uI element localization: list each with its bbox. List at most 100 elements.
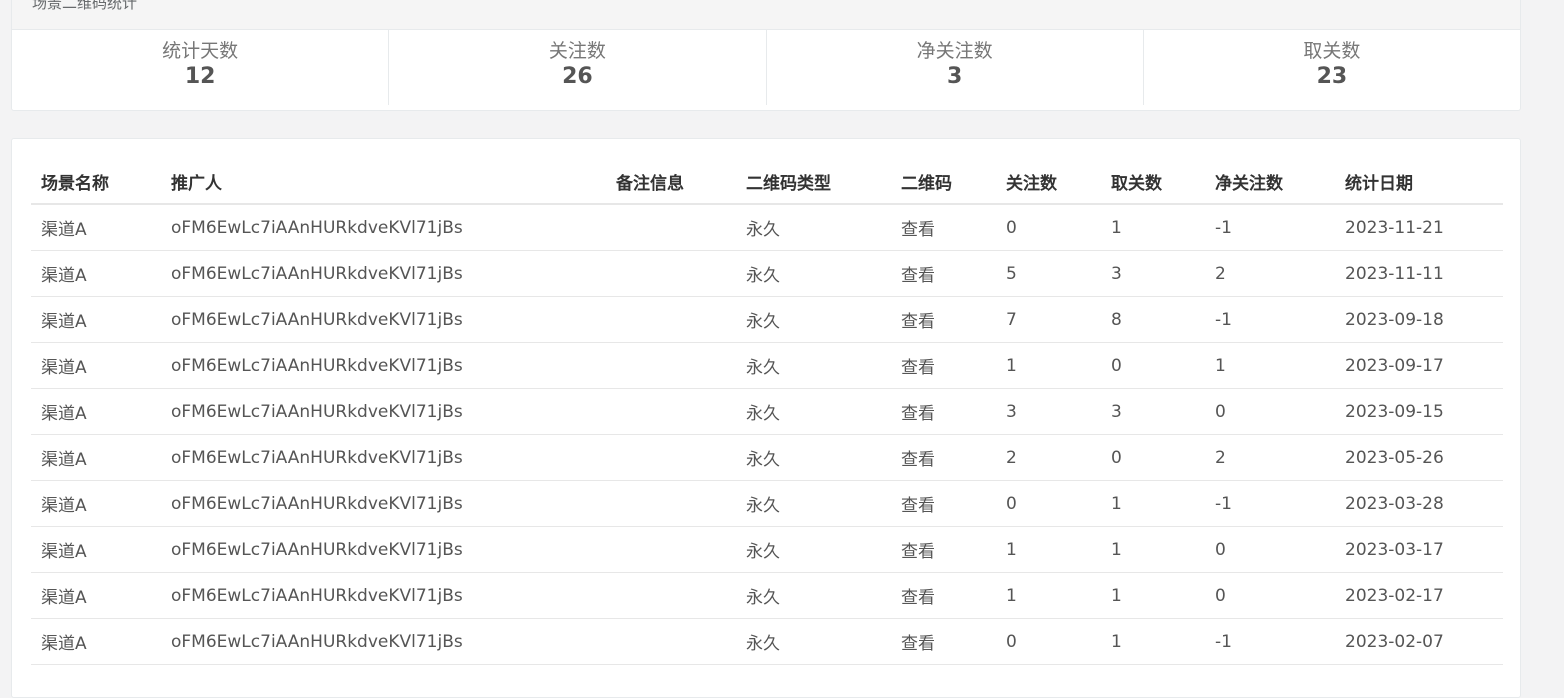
cell-date: 2023-03-17 <box>1335 526 1503 573</box>
cell-scene-name: 渠道A <box>31 480 161 527</box>
cell-unfollows: 1 <box>1101 526 1205 573</box>
qr-view-link[interactable]: 查看 <box>891 434 996 481</box>
cell-scene-name: 渠道A <box>31 204 161 251</box>
cell-promoter: oFM6EwLc7iAAnHURkdveKVl71jBs <box>161 388 606 435</box>
cell-scene-name: 渠道A <box>31 618 161 665</box>
cell-date: 2023-02-07 <box>1335 618 1503 665</box>
qr-view-link[interactable]: 查看 <box>891 342 996 389</box>
qr-view-link[interactable]: 查看 <box>891 618 996 665</box>
cell-date: 2023-09-18 <box>1335 296 1503 343</box>
cell-date: 2023-11-21 <box>1335 204 1503 251</box>
cell-qr-type: 永久 <box>736 434 891 481</box>
cell-qr-type: 永久 <box>736 526 891 573</box>
qr-view-link[interactable]: 查看 <box>891 526 996 573</box>
cell-remark <box>606 618 736 665</box>
cell-scene-name: 渠道A <box>31 250 161 297</box>
cell-scene-name: 渠道A <box>31 296 161 343</box>
cell-date: 2023-09-17 <box>1335 342 1503 389</box>
cell-remark <box>606 250 736 297</box>
table-row: 渠道A oFM6EwLc7iAAnHURkdveKVl71jBs 永久 查看 5 3 2 20… <box>31 250 1503 297</box>
qr-view-link[interactable]: 查看 <box>891 572 996 619</box>
cell-remark <box>606 342 736 389</box>
cell-remark <box>606 296 736 343</box>
cell-promoter: oFM6EwLc7iAAnHURkdveKVl71jBs <box>161 480 606 527</box>
qr-view-link[interactable]: 查看 <box>891 250 996 297</box>
column-header-remark[interactable]: 备注信息 <box>606 159 736 205</box>
cell-net-follows: -1 <box>1205 296 1335 343</box>
cell-qr-type: 永久 <box>736 296 891 343</box>
cell-net-follows: 0 <box>1205 526 1335 573</box>
column-header-qr-code[interactable]: 二维码 <box>891 159 996 205</box>
cell-scene-name: 渠道A <box>31 526 161 573</box>
cell-unfollows: 3 <box>1101 250 1205 297</box>
summary-title: 场景二维码统计 <box>32 0 138 12</box>
cell-follows: 2 <box>996 434 1101 481</box>
stat-unfollows: 取关数 23 <box>1144 30 1520 105</box>
table-body: 渠道A oFM6EwLc7iAAnHURkdveKVl71jBs 永久 查看 0 1 -1 2… <box>31 204 1503 665</box>
cell-unfollows: 1 <box>1101 618 1205 665</box>
qr-view-link[interactable]: 查看 <box>891 480 996 527</box>
cell-qr-type: 永久 <box>736 388 891 435</box>
cell-unfollows: 1 <box>1101 204 1205 251</box>
cell-qr-type: 永久 <box>736 250 891 297</box>
cell-unfollows: 0 <box>1101 342 1205 389</box>
cell-remark <box>606 572 736 619</box>
table-row: 渠道A oFM6EwLc7iAAnHURkdveKVl71jBs 永久 查看 7 8 -1 2… <box>31 296 1503 343</box>
cell-promoter: oFM6EwLc7iAAnHURkdveKVl71jBs <box>161 250 606 297</box>
cell-follows: 5 <box>996 250 1101 297</box>
stat-follows: 关注数 26 <box>389 30 767 105</box>
cell-promoter: oFM6EwLc7iAAnHURkdveKVl71jBs <box>161 434 606 481</box>
cell-promoter: oFM6EwLc7iAAnHURkdveKVl71jBs <box>161 296 606 343</box>
cell-follows: 0 <box>996 480 1101 527</box>
qr-view-link[interactable]: 查看 <box>891 204 996 251</box>
cell-unfollows: 0 <box>1101 434 1205 481</box>
cell-scene-name: 渠道A <box>31 388 161 435</box>
cell-date: 2023-03-28 <box>1335 480 1503 527</box>
cell-net-follows: 2 <box>1205 434 1335 481</box>
stats-table: 场景名称 推广人 备注信息 二维码类型 二维码 关注数 取关数 净关注数 统计日… <box>31 159 1503 665</box>
cell-net-follows: -1 <box>1205 480 1335 527</box>
stat-label: 关注数 <box>548 40 606 62</box>
column-header-scene-name[interactable]: 场景名称 <box>31 159 161 205</box>
cell-promoter: oFM6EwLc7iAAnHURkdveKVl71jBs <box>161 342 606 389</box>
stat-value: 23 <box>1316 64 1348 89</box>
cell-qr-type: 永久 <box>736 480 891 527</box>
cell-net-follows: 2 <box>1205 250 1335 297</box>
cell-promoter: oFM6EwLc7iAAnHURkdveKVl71jBs <box>161 618 606 665</box>
cell-remark <box>606 526 736 573</box>
cell-follows: 1 <box>996 572 1101 619</box>
cell-promoter: oFM6EwLc7iAAnHURkdveKVl71jBs <box>161 526 606 573</box>
cell-net-follows: 0 <box>1205 572 1335 619</box>
cell-unfollows: 3 <box>1101 388 1205 435</box>
cell-remark <box>606 388 736 435</box>
table-row: 渠道A oFM6EwLc7iAAnHURkdveKVl71jBs 永久 查看 0 1 -1 2… <box>31 204 1503 251</box>
qr-view-link[interactable]: 查看 <box>891 388 996 435</box>
cell-follows: 7 <box>996 296 1101 343</box>
cell-scene-name: 渠道A <box>31 434 161 481</box>
cell-net-follows: 1 <box>1205 342 1335 389</box>
cell-qr-type: 永久 <box>736 618 891 665</box>
column-header-follows[interactable]: 关注数 <box>996 159 1101 205</box>
table-row: 渠道A oFM6EwLc7iAAnHURkdveKVl71jBs 永久 查看 1 0 1 20… <box>31 342 1503 389</box>
column-header-unfollows[interactable]: 取关数 <box>1101 159 1205 205</box>
table-row: 渠道A oFM6EwLc7iAAnHURkdveKVl71jBs 永久 查看 0 1 -1 2… <box>31 618 1503 665</box>
column-header-date[interactable]: 统计日期 <box>1335 159 1503 205</box>
table-panel: 场景名称 推广人 备注信息 二维码类型 二维码 关注数 取关数 净关注数 统计日… <box>11 138 1521 698</box>
cell-remark <box>606 434 736 481</box>
summary-header: 场景二维码统计 <box>12 0 1520 30</box>
stat-net-follows: 净关注数 3 <box>767 30 1144 105</box>
table-row: 渠道A oFM6EwLc7iAAnHURkdveKVl71jBs 永久 查看 1 1 0 20… <box>31 526 1503 573</box>
column-header-net-follows[interactable]: 净关注数 <box>1205 159 1335 205</box>
stat-days: 统计天数 12 <box>12 30 390 105</box>
cell-follows: 0 <box>996 618 1101 665</box>
stat-value: 26 <box>562 64 593 89</box>
stat-value: 3 <box>946 64 963 89</box>
qr-view-link[interactable]: 查看 <box>891 296 996 343</box>
table-header-row: 场景名称 推广人 备注信息 二维码类型 二维码 关注数 取关数 净关注数 统计日… <box>31 159 1503 205</box>
column-header-promoter[interactable]: 推广人 <box>161 159 606 205</box>
cell-remark <box>606 480 736 527</box>
cell-follows: 0 <box>996 204 1101 251</box>
stat-label: 取关数 <box>1303 40 1361 62</box>
column-header-qr-type[interactable]: 二维码类型 <box>736 159 891 205</box>
summary-stats: 统计天数 12 关注数 26 净关注数 3 取关数 23 <box>12 30 1520 111</box>
